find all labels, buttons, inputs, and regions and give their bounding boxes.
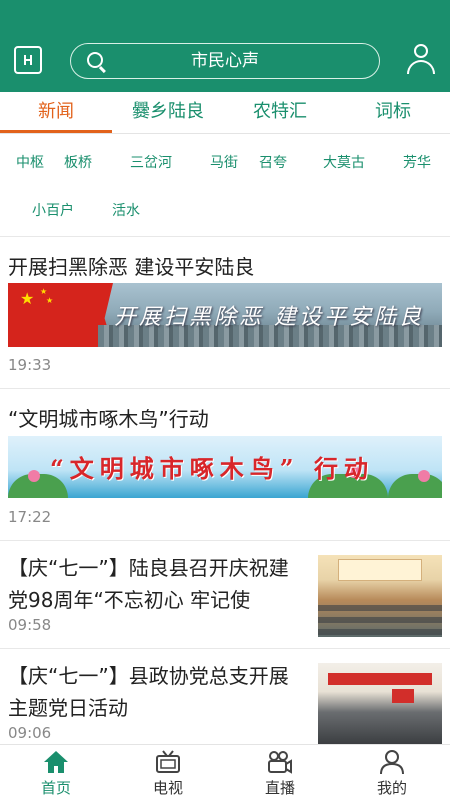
tab-cibiao[interactable]: 词标 <box>336 92 450 134</box>
search-bar[interactable]: 市民心声 <box>70 43 380 79</box>
menu-icon[interactable] <box>14 46 42 74</box>
subcat-zhongshu[interactable]: 中枢 <box>16 152 44 172</box>
subcat-banqiao[interactable]: 板桥 <box>64 152 92 172</box>
search-placeholder: 市民心声 <box>191 51 259 71</box>
tab-news[interactable]: 新闻 <box>0 92 112 134</box>
category-tabs: 新闻 爨乡陆良 农特汇 词标 <box>0 92 450 134</box>
news-banner-image[interactable]: ★ ★ ★ 开展扫黑除恶 建设平安陆良 <box>8 283 442 347</box>
news-title[interactable]: “文明城市啄木鸟”行动 <box>8 403 209 432</box>
subcat-xiaobaihu[interactable]: 小百户 <box>32 200 74 220</box>
tab-cuanxiang-luliang[interactable]: 爨乡陆良 <box>112 92 224 134</box>
news-time: 09:06 <box>8 724 52 742</box>
nav-tv[interactable]: 电视 <box>112 745 224 800</box>
divider <box>0 236 450 237</box>
subcat-zhaokua[interactable]: 召夸 <box>259 152 287 172</box>
nav-profile[interactable]: 我的 <box>336 745 448 800</box>
subcat-fanghua[interactable]: 芳华 <box>403 152 431 172</box>
divider <box>0 648 450 649</box>
subcat-damogu[interactable]: 大莫古 <box>323 152 365 172</box>
nav-label: 首页 <box>40 779 71 797</box>
banner-caption: 开展扫黑除恶 建设平安陆良 <box>114 305 424 330</box>
nav-label: 电视 <box>152 779 183 797</box>
nav-live[interactable]: 直播 <box>224 745 336 800</box>
profile-icon <box>380 750 404 775</box>
user-icon[interactable] <box>404 42 438 78</box>
divider <box>0 388 450 389</box>
news-banner-image[interactable]: “文明城市啄木鸟” 行动 <box>8 436 442 498</box>
subcat-sanchahe[interactable]: 三岔河 <box>130 152 172 172</box>
news-time: 09:58 <box>8 616 52 634</box>
bottom-navigation: 首页 电视 直播 我的 <box>0 744 450 800</box>
news-thumbnail[interactable] <box>318 555 442 637</box>
app-header: 市民心声 <box>0 0 450 92</box>
nav-label: 我的 <box>376 779 407 797</box>
banner-caption: “文明城市啄木鸟” 行动 <box>50 454 374 483</box>
home-icon <box>44 751 68 773</box>
nav-label: 直播 <box>264 779 295 797</box>
news-title[interactable]: 【庆“七一”】陆良县召开庆祝建党98周年“不忘初心 牢记使 <box>8 552 308 616</box>
active-tab-indicator <box>0 130 112 133</box>
live-camera-icon <box>268 751 292 774</box>
divider <box>0 540 450 541</box>
news-title[interactable]: 【庆“七一”】县政协党总支开展主题党日活动 <box>8 660 308 724</box>
news-title[interactable]: 开展扫黑除恶 建设平安陆良 <box>8 251 254 280</box>
tab-nongtehui[interactable]: 农特汇 <box>224 92 336 134</box>
subcat-majie[interactable]: 马街 <box>210 152 238 172</box>
news-time: 19:33 <box>8 356 52 374</box>
news-thumbnail[interactable] <box>318 663 442 745</box>
nav-home[interactable]: 首页 <box>0 745 112 800</box>
news-time: 17:22 <box>8 508 52 526</box>
subcat-huoshui[interactable]: 活水 <box>112 200 140 220</box>
tv-icon <box>156 750 180 773</box>
